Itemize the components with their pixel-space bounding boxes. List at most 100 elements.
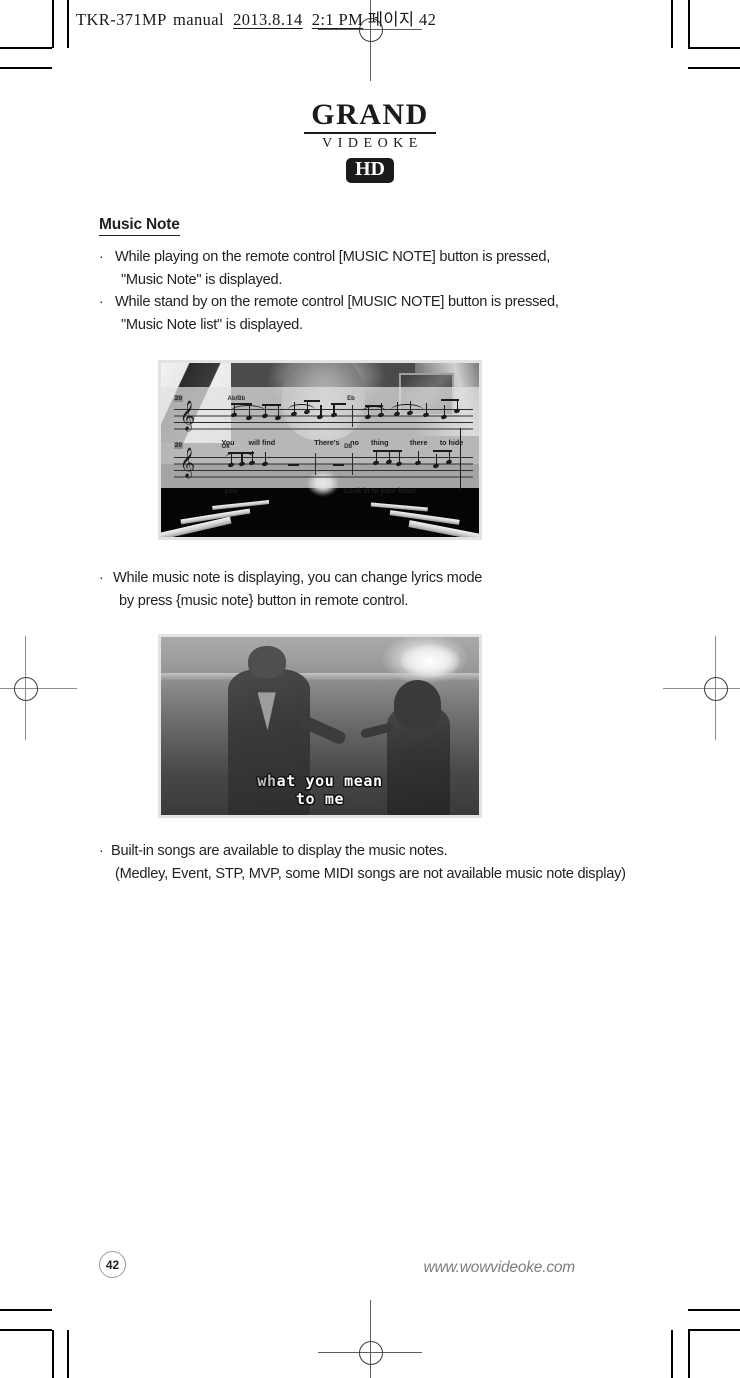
karaoke-lyric-sung-part: wh: [257, 771, 277, 790]
note-head: [237, 461, 245, 467]
note-head: [440, 414, 448, 421]
note-stem: [443, 405, 446, 416]
lyric-syllable: Look in to your heart: [344, 485, 416, 495]
bullet-group-bottom: · Built-in songs are available to displa…: [99, 840, 639, 885]
note-head: [248, 460, 256, 466]
note-stem: [320, 405, 322, 416]
bar-line: [351, 452, 353, 475]
note-head: [406, 410, 413, 417]
note-head: [445, 459, 453, 465]
note-head: [274, 415, 282, 422]
note-head: [432, 463, 440, 469]
crop-mark-top-right-vertical-outer: [688, 0, 690, 48]
bullet-line-1: Built-in songs are available to display …: [111, 843, 448, 859]
note-beam: [304, 400, 321, 403]
note-head: [422, 412, 429, 419]
crop-mark-bottom-right-vertical-outer: [688, 1330, 690, 1378]
crop-mark-top-left-horizontal-outer: [0, 47, 52, 49]
music-staff-second: 20 Ok Db 𝄞 you Look in to your heart: [173, 442, 473, 495]
screenshot-music-note-display: 20 Ab/Bb Eb 𝄞 You will find There's no t…: [158, 360, 482, 540]
lyric-syllable: you: [224, 485, 238, 495]
bullet-line-2: "Music Note list" is displayed.: [121, 316, 303, 333]
logo-divider-rule: [304, 132, 436, 134]
crop-mark-bottom-left-vertical-inner: [67, 1330, 69, 1378]
crop-mark-bottom-left-vertical-outer: [52, 1330, 54, 1378]
note-stem: [375, 450, 377, 461]
note-stem: [436, 453, 438, 464]
note-group: [210, 399, 473, 428]
page-number-badge: 42: [99, 1251, 126, 1278]
crop-mark-top-left-vertical-inner: [67, 0, 69, 48]
note-stem: [249, 406, 251, 417]
note-head: [230, 412, 237, 419]
note-head: [330, 412, 337, 419]
note-head: [377, 412, 384, 419]
logo-subbrand-text: VIDEOKE: [322, 135, 423, 151]
bullet-body: While music note is displaying, you can …: [113, 567, 599, 612]
crop-mark-bottom-left-horizontal-outer: [0, 1329, 52, 1331]
slur: [230, 405, 265, 411]
crop-mark-bottom-right-vertical-inner: [671, 1330, 673, 1378]
registration-mark-circle: [704, 677, 728, 701]
bullet-marker: ·: [99, 293, 104, 310]
registration-mark-circle: [359, 1341, 383, 1365]
bullet-group-middle: · While music note is displaying, you ca…: [99, 567, 599, 612]
registration-mark-vertical-line: [369, 1300, 371, 1378]
registration-mark-horizontal-line: [663, 687, 740, 689]
note-beam: [433, 449, 452, 452]
header-page-number: 42: [419, 10, 437, 29]
note-stem: [230, 452, 233, 463]
note-stem: [294, 402, 296, 413]
note-head: [372, 460, 379, 466]
treble-clef-icon: 𝄞: [179, 448, 196, 479]
note-head: [316, 414, 324, 421]
bullet-line-2: (Medley, Event, STP, MVP, some MIDI song…: [115, 865, 626, 882]
note-beam: [364, 405, 384, 408]
figure-woman-arm: [360, 722, 395, 739]
bullet-line-1: While stand by on the remote control [MU…: [115, 294, 559, 311]
crop-mark-top-right-horizontal-inner: [688, 67, 740, 69]
figure-man-shirt: [257, 692, 276, 731]
bullet-marker: ·: [99, 248, 104, 264]
note-head: [395, 461, 403, 467]
registration-mark-circle: [14, 677, 38, 701]
note-head: [303, 409, 311, 416]
crop-mark-top-right-horizontal-outer: [688, 47, 740, 49]
music-staff-first: 20 Ab/Bb Eb 𝄞 You will find There's no t…: [173, 394, 473, 447]
crop-mark-bottom-right-horizontal-inner: [688, 1309, 740, 1311]
figure-woman-hair: [394, 680, 442, 729]
crop-mark-top-left-horizontal-inner: [0, 67, 52, 69]
chord-symbol: Db: [344, 443, 353, 450]
note-beam: [262, 404, 281, 407]
treble-clef-icon: 𝄞: [179, 400, 196, 431]
bullet-body: While playing on the remote control [MUS…: [115, 246, 619, 291]
piano-key: [370, 502, 429, 512]
rest-symbol: [288, 463, 299, 467]
note-head: [261, 461, 269, 467]
chord-symbol: Ab/Bb: [227, 396, 246, 403]
note-beam: [441, 399, 460, 402]
note-stem: [399, 451, 401, 462]
bullet-body: While stand by on the remote control [MU…: [115, 291, 619, 336]
slur: [288, 404, 315, 410]
header-doc-name: TKR-371MP: [76, 10, 167, 29]
note-beam: [372, 449, 402, 452]
section-title-music-note: Music Note: [99, 216, 180, 236]
note-beam: [230, 403, 252, 406]
footer-website-url: www.wowvideoke.com: [423, 1259, 576, 1276]
figure-man-head: [247, 645, 286, 678]
crop-mark-top-left-vertical-outer: [52, 0, 54, 48]
header-time: 2:1 PM: [311, 10, 364, 29]
rest-symbol: [333, 463, 344, 467]
bullet-item: · While stand by on the remote control […: [99, 291, 619, 336]
bullet-marker: ·: [99, 569, 104, 585]
manual-page: TKR-371MP manual 2013.8.14 2:1 PM 페이지 42…: [0, 0, 740, 1378]
registration-mark-horizontal-line: [0, 687, 77, 689]
bullet-body: Built-in songs are available to display …: [111, 840, 639, 885]
note-beam: [227, 451, 255, 454]
header-doc-kind: manual: [173, 10, 224, 29]
note-stem: [425, 403, 427, 414]
note-head: [227, 462, 234, 468]
note-stem: [278, 406, 280, 417]
bullet-item: · While playing on the remote control [M…: [99, 246, 619, 291]
